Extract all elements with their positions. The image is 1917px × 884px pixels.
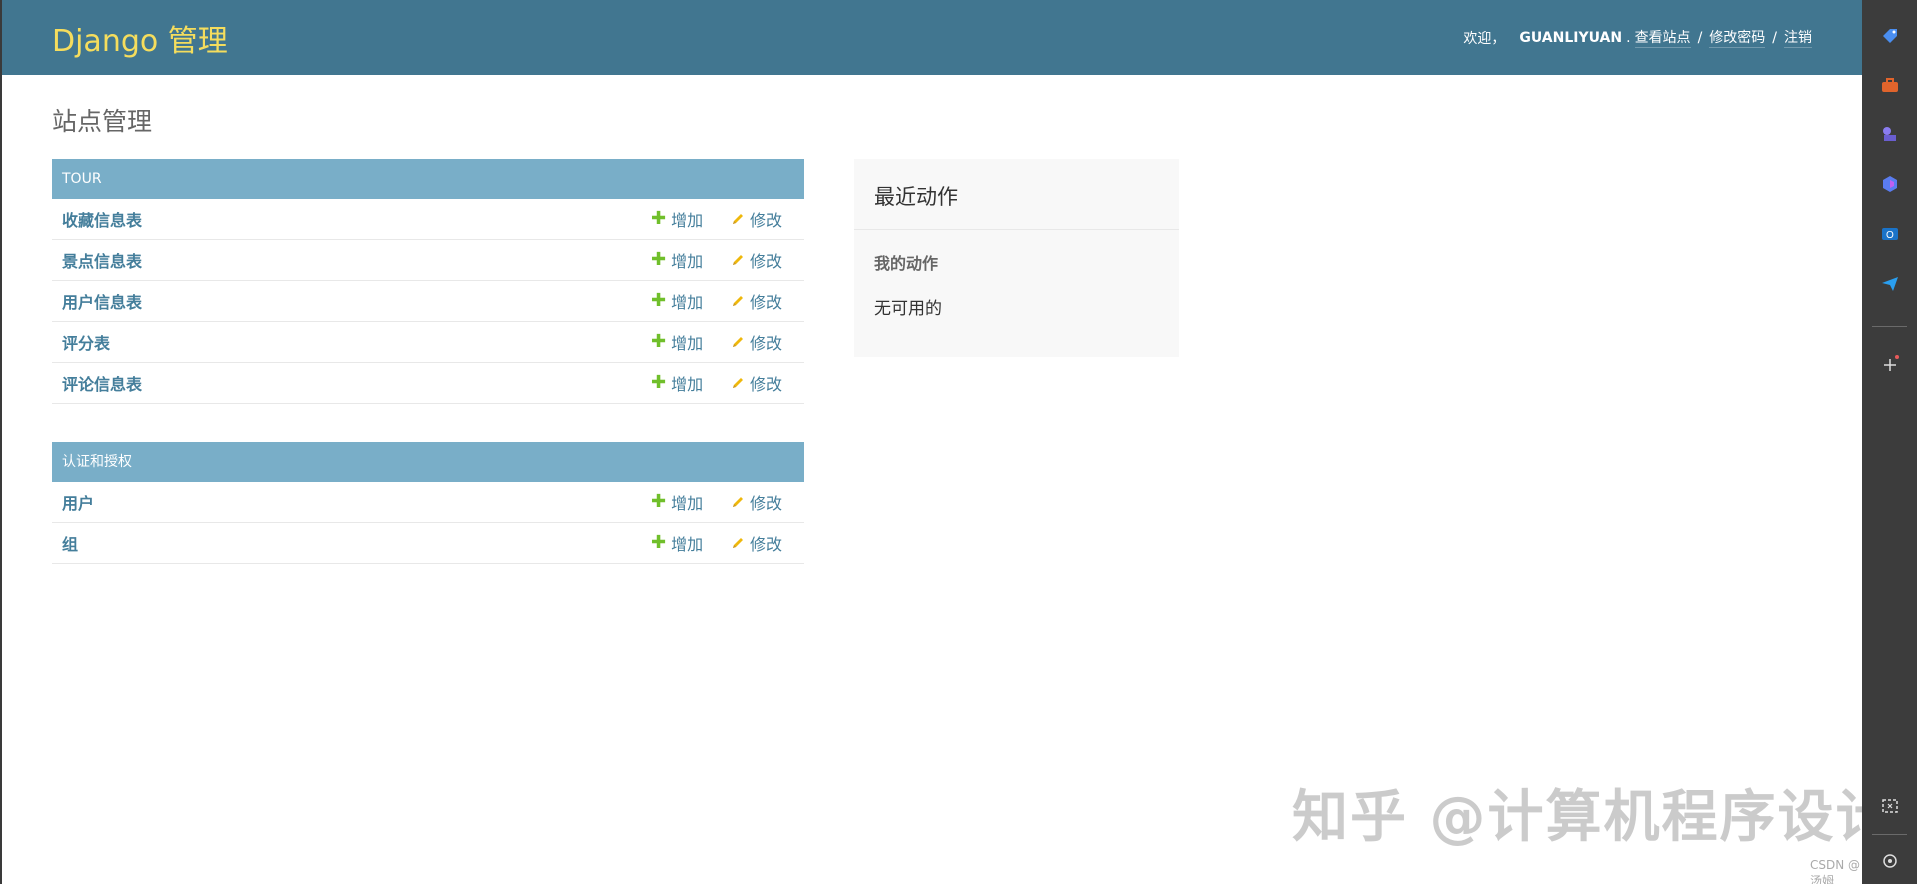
toolbox-icon[interactable]: [1879, 74, 1901, 96]
model-row: 用户信息表 ✚ 增加 修改: [52, 281, 804, 322]
pencil-icon: [733, 337, 743, 347]
no-actions-text: 无可用的: [874, 299, 942, 319]
separator: /: [1697, 29, 1703, 46]
model-row: 景点信息表 ✚ 增加 修改: [52, 240, 804, 281]
watermark: 知乎 @计算机程序设计: [1292, 785, 1894, 850]
change-label: 修改: [750, 211, 783, 230]
view-site-link[interactable]: 查看站点: [1634, 27, 1691, 48]
page-title: 站点管理: [52, 107, 153, 136]
recent-actions-title: 最近动作: [854, 159, 1179, 230]
plus-icon[interactable]: [1879, 354, 1901, 376]
my-actions-title: 我的动作: [874, 254, 939, 273]
sidebar-divider: [1872, 834, 1907, 835]
change-label: 修改: [750, 252, 783, 271]
module-caption[interactable]: 认证和授权: [52, 442, 804, 482]
add-link[interactable]: ✚ 增加: [651, 490, 703, 514]
change-label: 修改: [750, 293, 783, 312]
change-label: 修改: [750, 375, 783, 394]
model-row: 组 ✚ 增加 修改: [52, 523, 804, 564]
admin-window: Django 管理 欢迎， GUANLIYUAN. 查看站点 / 修改密码 / …: [0, 0, 1892, 884]
settings-icon[interactable]: [1879, 850, 1901, 872]
change-link[interactable]: 修改: [731, 248, 782, 272]
model-row: 收藏信息表 ✚ 增加 修改: [52, 199, 804, 240]
tag-icon[interactable]: [1879, 25, 1901, 47]
screenshot-icon[interactable]: [1879, 795, 1901, 817]
welcome-punct: .: [1626, 29, 1631, 46]
svg-text:O: O: [1886, 230, 1894, 241]
model-row: 评论信息表 ✚ 增加 修改: [52, 363, 804, 404]
model-link[interactable]: 收藏信息表: [62, 207, 142, 231]
plus-icon: ✚: [651, 290, 667, 311]
change-link[interactable]: 修改: [731, 330, 782, 354]
welcome-text: 欢迎，: [1463, 30, 1506, 47]
plus-icon: ✚: [651, 249, 667, 270]
plus-icon: ✚: [651, 208, 667, 229]
add-label: 增加: [671, 535, 704, 554]
add-label: 增加: [671, 375, 704, 394]
model-link[interactable]: 用户信息表: [62, 289, 142, 313]
plus-icon: ✚: [651, 372, 667, 393]
add-link[interactable]: ✚ 增加: [651, 531, 703, 555]
pencil-icon: [733, 214, 743, 224]
browser-sidebar: O: [1862, 0, 1917, 884]
sidebar-divider: [1872, 326, 1907, 327]
main-content: 站点管理 TOUR 收藏信息表 ✚ 增加 修改 景点信息表 ✚ 增加 修改 用户信息…: [52, 75, 1862, 564]
username: GUANLIYUAN: [1519, 29, 1623, 46]
change-link[interactable]: 修改: [731, 531, 782, 555]
recent-actions-panel: 最近动作 我的动作 无可用的: [854, 159, 1179, 357]
separator: /: [1772, 29, 1777, 46]
add-link[interactable]: ✚ 增加: [651, 330, 703, 354]
add-label: 增加: [671, 334, 704, 353]
pencil-icon: [733, 296, 743, 306]
add-label: 增加: [671, 252, 704, 271]
plus-icon: ✚: [651, 331, 667, 352]
module-caption[interactable]: TOUR: [52, 159, 804, 199]
add-link[interactable]: ✚ 增加: [651, 248, 703, 272]
model-row: 用户 ✚ 增加 修改: [52, 482, 804, 523]
header: Django 管理 欢迎， GUANLIYUAN. 查看站点 / 修改密码 / …: [2, 0, 1862, 75]
change-link[interactable]: 修改: [731, 371, 782, 395]
add-label: 增加: [671, 211, 704, 230]
send-icon[interactable]: [1879, 273, 1901, 295]
add-link[interactable]: ✚ 增加: [651, 207, 703, 231]
change-label: 修改: [750, 494, 783, 513]
pencil-icon: [733, 538, 743, 548]
copilot-icon[interactable]: [1879, 173, 1901, 195]
pencil-icon: [733, 378, 743, 388]
csdn-mark: CSDN @汤姆: [1810, 858, 1861, 884]
change-label: 修改: [750, 535, 783, 554]
pencil-icon: [733, 497, 743, 507]
change-password-link[interactable]: 修改密码: [1709, 27, 1766, 48]
add-label: 增加: [671, 293, 704, 312]
model-link[interactable]: 用户: [62, 490, 94, 514]
change-link[interactable]: 修改: [731, 490, 782, 514]
model-link[interactable]: 组: [62, 531, 78, 555]
add-label: 增加: [671, 494, 704, 513]
plus-icon: ✚: [651, 532, 667, 553]
app-module-tour: TOUR 收藏信息表 ✚ 增加 修改 景点信息表 ✚ 增加 修改 用户信息表 ✚ 增加…: [52, 159, 804, 404]
model-link[interactable]: 景点信息表: [62, 248, 142, 272]
logout-link[interactable]: 注销: [1784, 27, 1812, 48]
change-link[interactable]: 修改: [731, 207, 782, 231]
games-icon[interactable]: [1879, 123, 1901, 145]
app-module-auth: 认证和授权 用户 ✚ 增加 修改 组 ✚ 增加 修改: [52, 442, 804, 564]
site-brand[interactable]: Django 管理: [52, 16, 228, 60]
add-link[interactable]: ✚ 增加: [651, 289, 703, 313]
pencil-icon: [733, 255, 743, 265]
add-link[interactable]: ✚ 增加: [651, 371, 703, 395]
user-tools: 欢迎， GUANLIYUAN. 查看站点 / 修改密码 / 注销: [1463, 27, 1812, 48]
change-link[interactable]: 修改: [731, 289, 782, 313]
model-row: 评分表 ✚ 增加 修改: [52, 322, 804, 363]
model-link[interactable]: 评分表: [62, 330, 110, 354]
change-label: 修改: [750, 334, 783, 353]
plus-icon: ✚: [651, 491, 667, 512]
outlook-icon[interactable]: O: [1879, 223, 1901, 245]
model-link[interactable]: 评论信息表: [62, 371, 142, 395]
